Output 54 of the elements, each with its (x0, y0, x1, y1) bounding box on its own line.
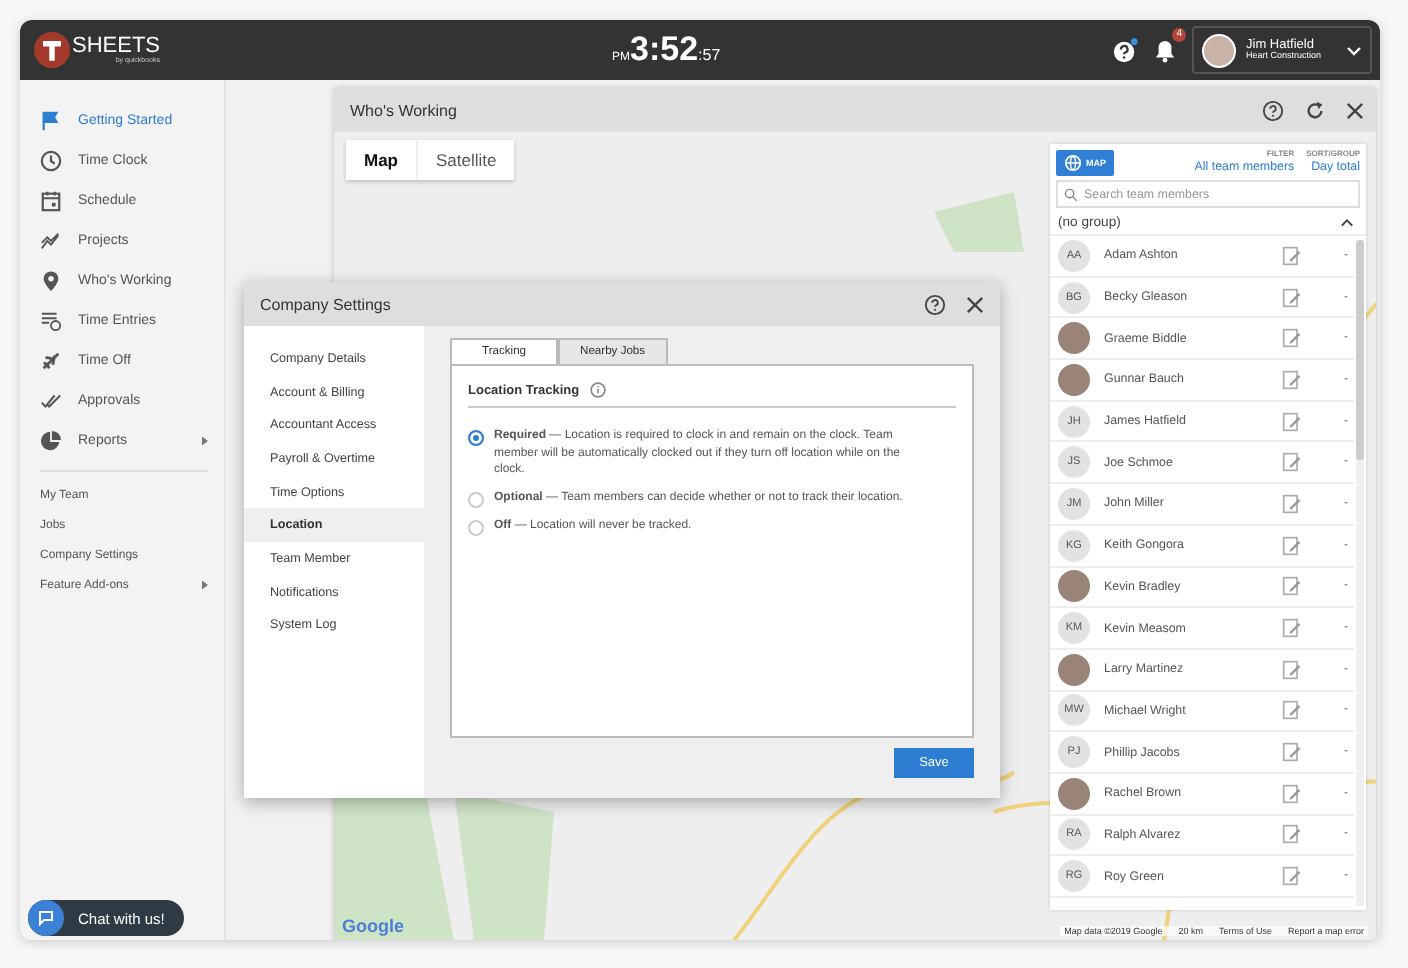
edit-icon[interactable] (1282, 328, 1302, 349)
refresh-icon[interactable] (1304, 99, 1326, 121)
edit-icon[interactable] (1282, 783, 1302, 804)
avatar-photo-placeholder (1058, 363, 1090, 396)
edit-icon[interactable] (1282, 576, 1302, 597)
info-icon[interactable] (589, 382, 606, 398)
help-icon[interactable] (1262, 99, 1284, 121)
logo-icon (34, 32, 70, 68)
edit-icon[interactable] (1282, 535, 1302, 556)
edit-icon[interactable] (1282, 742, 1302, 763)
edit-icon[interactable] (1282, 824, 1302, 845)
map-logo: Google (342, 916, 404, 936)
close-icon[interactable] (1346, 101, 1364, 119)
edit-icon[interactable] (1282, 659, 1302, 680)
edit-icon[interactable] (1282, 452, 1302, 473)
clock-time: 3:52 (630, 30, 699, 70)
user-avatar (1202, 33, 1236, 67)
airplane-icon (40, 349, 62, 371)
radio-button[interactable] (468, 492, 484, 509)
notification-bell-icon[interactable] (1154, 37, 1176, 63)
edit-icon[interactable] (1282, 369, 1302, 390)
list-clock-icon (40, 309, 62, 331)
avatar-photo-placeholder (1058, 322, 1090, 355)
edit-icon[interactable] (1282, 618, 1302, 639)
location-pin-icon (40, 269, 62, 291)
edit-icon[interactable] (1282, 411, 1302, 432)
clock-icon (40, 149, 62, 171)
edit-icon[interactable] (1282, 866, 1302, 887)
help-icon[interactable] (1112, 37, 1138, 63)
globe-icon (1064, 154, 1082, 172)
search-icon (1064, 187, 1078, 201)
chevron-down-icon (1346, 45, 1362, 55)
logo-text: SHEETS (72, 35, 161, 58)
dialog-title: Company Settings (260, 295, 391, 313)
window-title: Who's Working (350, 101, 457, 119)
edit-icon[interactable] (1282, 245, 1302, 266)
map-type-toggle[interactable]: Map (346, 140, 416, 180)
edit-icon[interactable] (1282, 287, 1302, 308)
edit-icon[interactable] (1282, 700, 1302, 721)
avatar-photo-placeholder (1058, 570, 1090, 603)
edit-icon[interactable] (1282, 493, 1302, 514)
map-type-toggle[interactable]: Satellite (416, 140, 515, 180)
close-icon[interactable] (966, 295, 984, 313)
radio-button[interactable] (468, 520, 484, 537)
pie-chart-icon (40, 429, 62, 451)
radio-button[interactable] (468, 430, 484, 446)
clock-seconds: :57 (698, 46, 721, 64)
avatar-photo-placeholder (1058, 777, 1090, 810)
help-icon[interactable] (924, 293, 946, 315)
trend-icon (40, 229, 62, 251)
avatar-photo-placeholder (1058, 653, 1090, 686)
double-check-icon (40, 389, 62, 411)
calendar-icon (40, 189, 62, 211)
flag-icon (40, 109, 62, 131)
